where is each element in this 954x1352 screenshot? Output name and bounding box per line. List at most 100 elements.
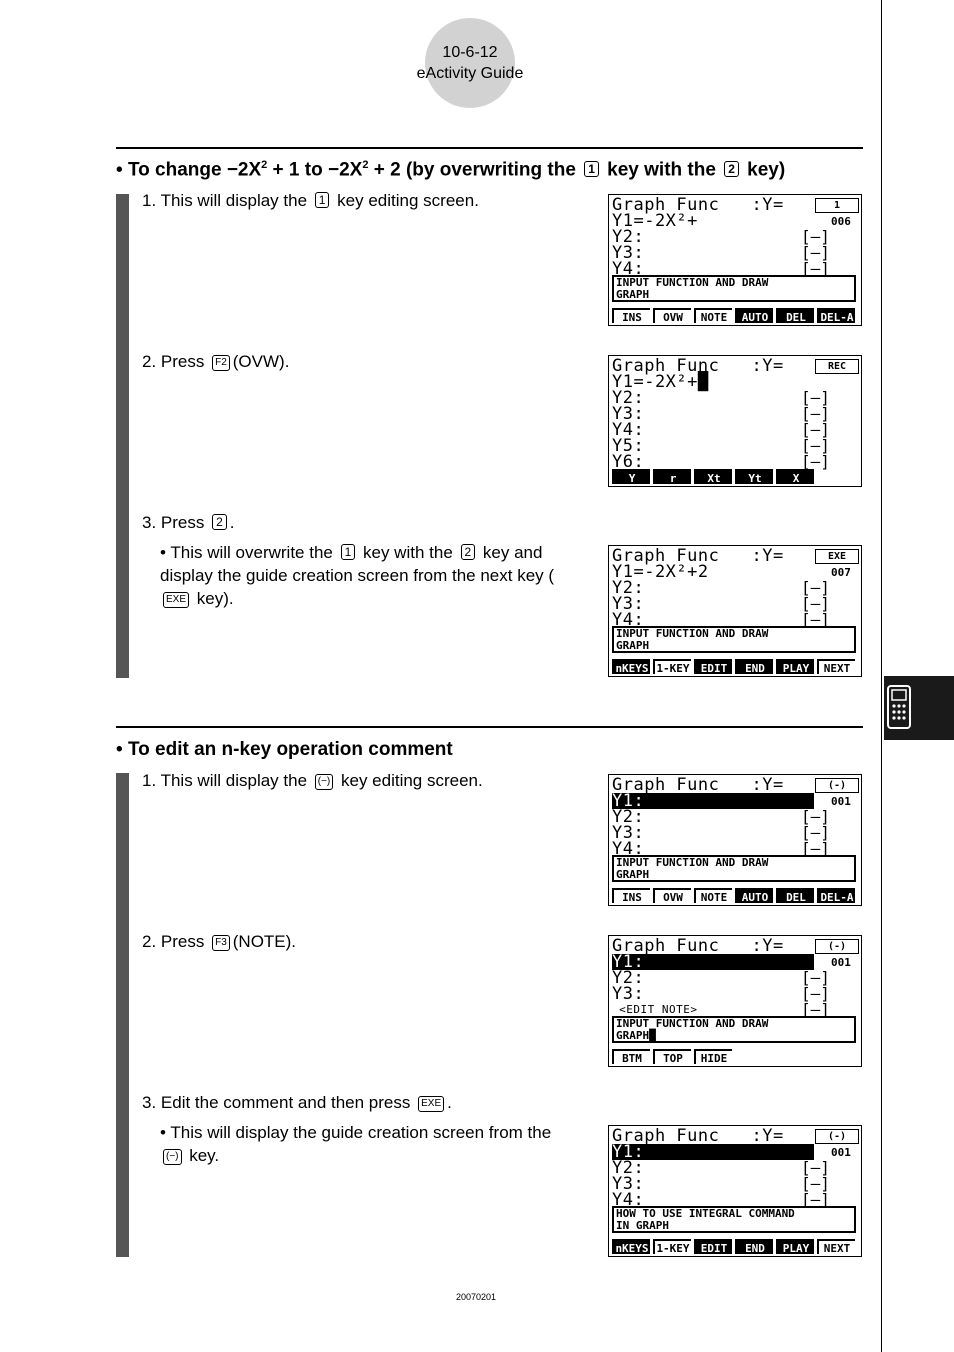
text-fragment: 2. Press — [142, 352, 210, 371]
screen-key-indicator: EXE — [815, 549, 859, 564]
function-key-1[interactable]: OVW — [653, 308, 691, 324]
key-1-icon: 1 — [584, 161, 599, 178]
function-key-0[interactable]: INS — [612, 888, 650, 904]
key-negative-icon: (−) — [314, 774, 334, 790]
key-f3-icon: F3 — [212, 935, 230, 951]
text-fragment: . — [229, 513, 235, 532]
function-key-5[interactable]: NEXT — [817, 659, 855, 675]
key-exe-icon: EXE — [418, 1096, 445, 1112]
screen-row: Y3: — [612, 984, 645, 1004]
calculator-icon — [887, 685, 911, 729]
function-key-1[interactable]: 1-KEY — [653, 1239, 691, 1255]
screen-step-counter: 001 — [831, 795, 851, 808]
page-number: 10-6-12 — [442, 44, 498, 61]
function-key-0[interactable]: Y — [612, 469, 650, 485]
function-key-3[interactable]: END — [735, 659, 773, 675]
function-key-4[interactable]: X — [776, 469, 814, 485]
screen-step-counter: 001 — [831, 956, 851, 969]
text-fragment: key. — [184, 1146, 220, 1165]
function-key-3[interactable]: AUTO — [735, 308, 773, 324]
text-fragment: + 1 to −2X — [267, 159, 363, 181]
section-heading: • To edit an n-key operation comment — [116, 739, 453, 760]
key-2-icon: 2 — [460, 544, 476, 560]
function-key-4[interactable]: DEL — [776, 888, 814, 904]
function-key-4[interactable]: PLAY — [776, 659, 814, 675]
calculator-screen: Graph Func :Y= REC Y1=-2X²+█ Y2: [—] Y3: [—] Y4… — [608, 355, 862, 487]
function-key-1[interactable]: OVW — [653, 888, 691, 904]
step-3: 3. Press 2. — [142, 511, 235, 534]
function-key-1[interactable]: TOP — [653, 1049, 691, 1065]
screen-row-bracket: [—] — [801, 452, 830, 471]
key-2-icon: 2 — [212, 514, 227, 530]
function-key-5[interactable]: DEL-A — [817, 308, 855, 324]
key-2-icon: 2 — [724, 161, 739, 178]
text-fragment: To change −2X — [127, 159, 262, 181]
screen-message-box: INPUT FUNCTION AND DRAW GRAPH — [612, 855, 856, 882]
function-key-2[interactable]: NOTE — [694, 888, 732, 904]
section-rule — [116, 726, 863, 728]
calculator-screen: Graph Func :Y= (-) 001 Y1: Y2: [—] Y3: [—] Y4: [—… — [608, 1125, 862, 1257]
screen-row: Y6: — [612, 452, 645, 472]
text-fragment: key editing screen. — [332, 191, 479, 210]
step-bar — [116, 194, 129, 678]
calculator-screen: Graph Func :Y= (-) 001 Y1: Y2: [—] Y3: [—] <EDI… — [608, 935, 862, 1067]
text-fragment: 2. Press — [142, 932, 210, 951]
function-key-2[interactable]: EDIT — [694, 1239, 732, 1255]
calculator-screen: Graph Func :Y= 1 006 Y1=-2X²+ Y2: [—] Y3: [—] Y4… — [608, 194, 862, 326]
screen-message-box: INPUT FUNCTION AND DRAW GRAPH — [612, 626, 856, 653]
function-key-2[interactable]: HIDE — [694, 1049, 732, 1065]
function-key-2[interactable]: Xt — [694, 469, 732, 485]
text-fragment: key with the — [601, 159, 722, 181]
section-title: eActivity Guide — [416, 65, 524, 82]
calculator-screen: Graph Func :Y= EXE 007 Y1=-2X²+2 Y2: [—] Y3: [—… — [608, 545, 862, 677]
function-key-5[interactable]: DEL-A — [817, 888, 855, 904]
text-fragment: This will display the guide creation scr… — [170, 1123, 552, 1142]
step-3-note: • This will display the guide creation s… — [160, 1123, 552, 1165]
function-key-1[interactable]: r — [653, 469, 691, 485]
step-2: 2. Press F3 (NOTE). — [142, 930, 296, 953]
function-key-1[interactable]: 1-KEY — [653, 659, 691, 675]
text-fragment: . — [447, 1093, 452, 1112]
screen-step-counter: 006 — [831, 215, 851, 228]
step-1: 1. This will display the 1 key editing s… — [142, 189, 479, 212]
chapter-tab — [884, 676, 954, 740]
text-fragment: (NOTE). — [232, 932, 297, 951]
text-fragment: key) — [741, 159, 786, 181]
function-key-0[interactable]: nKEYS — [612, 1239, 650, 1255]
function-key-2[interactable]: NOTE — [694, 308, 732, 324]
step-3: 3. Edit the comment and then press EXE. — [142, 1091, 452, 1114]
section-heading: • To change −2X2 + 1 to −2X2 + 2 (by ove… — [116, 159, 786, 181]
screen-step-counter: 001 — [831, 1146, 851, 1159]
function-key-0[interactable]: BTM — [612, 1049, 650, 1065]
function-key-4[interactable]: DEL — [776, 308, 814, 324]
screen-key-indicator: (-) — [815, 778, 859, 793]
function-key-3[interactable]: AUTO — [735, 888, 773, 904]
calculator-screen: Graph Func :Y= (-) 001 Y1: Y2: [—] Y3: [—] Y4: [—… — [608, 774, 862, 906]
section-rule — [116, 147, 863, 149]
key-1-icon: 1 — [314, 192, 330, 208]
header-circle — [425, 18, 515, 108]
text-fragment: (OVW). — [232, 352, 290, 371]
key-f2-icon: F2 — [212, 355, 230, 371]
text-fragment: + 2 (by overwriting the — [368, 159, 582, 181]
text-fragment: 1. This will display the — [142, 191, 312, 210]
text-fragment: key with the — [358, 543, 458, 562]
function-key-5[interactable]: NEXT — [817, 1239, 855, 1255]
function-key-3[interactable]: Yt — [735, 469, 773, 485]
screen-message-box: INPUT FUNCTION AND DRAW GRAPH — [612, 275, 856, 302]
key-1-icon: 1 — [340, 544, 356, 560]
text-fragment: 3. Edit the comment and then press — [142, 1093, 416, 1112]
text-fragment: key). — [192, 589, 234, 608]
key-negative-icon: (−) — [163, 1149, 182, 1165]
function-key-0[interactable]: nKEYS — [612, 659, 650, 675]
function-key-4[interactable]: PLAY — [776, 1239, 814, 1255]
step-3-note: • This will overwrite the 1 key with the… — [160, 543, 555, 608]
page-edge-rule — [881, 0, 882, 1352]
screen-key-indicator: (-) — [815, 1129, 859, 1144]
function-key-3[interactable]: END — [735, 1239, 773, 1255]
function-key-2[interactable]: EDIT — [694, 659, 732, 675]
function-key-0[interactable]: INS — [612, 308, 650, 324]
screen-step-counter: 007 — [831, 566, 851, 579]
footer-code: 20070201 — [455, 1292, 497, 1302]
text-fragment: 3. Press — [142, 513, 210, 532]
